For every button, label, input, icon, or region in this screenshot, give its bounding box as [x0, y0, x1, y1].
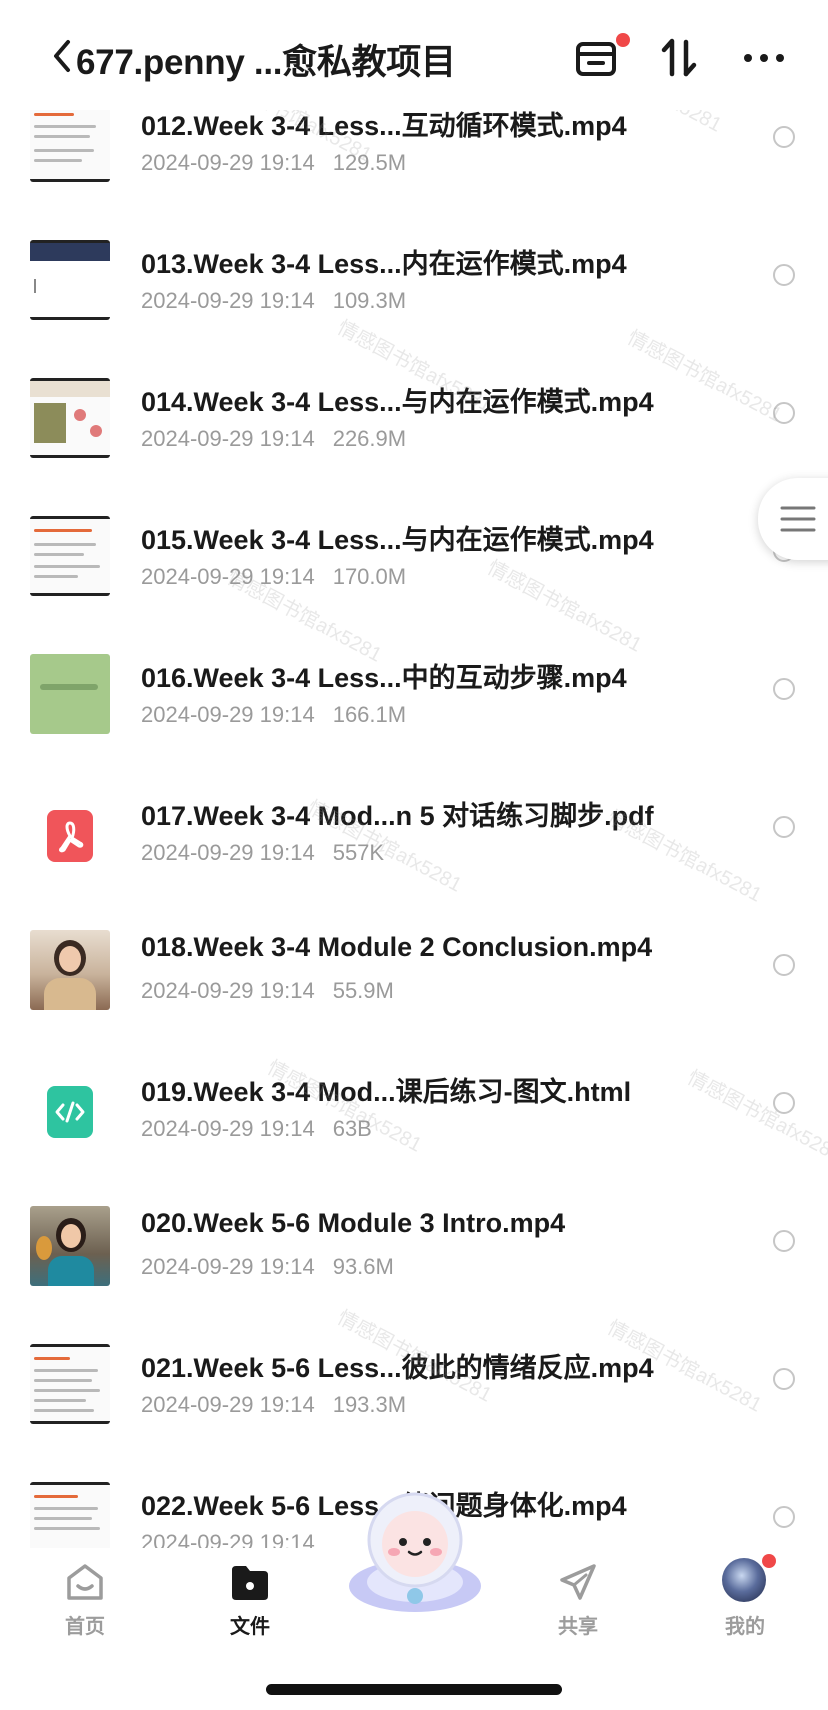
file-name: 017.Week 3-4 Mod...n 5 对话练习脚步.pdf — [141, 801, 654, 831]
file-size: 93.6M — [332, 1254, 394, 1279]
folder-icon — [232, 1566, 268, 1600]
file-row[interactable]: 018.Week 3-4 Module 2 Conclusion.mp4 202… — [0, 928, 828, 1066]
video-thumbnail — [30, 516, 110, 596]
file-meta: 2024-09-29 19:14 55.9M — [141, 978, 394, 1004]
select-radio[interactable] — [773, 954, 795, 976]
file-row[interactable]: 021.Week 5-6 Less...彼此的情绪反应.mp4 2024-09-… — [0, 1342, 828, 1480]
file-size: 55.9M — [332, 978, 394, 1003]
file-row[interactable]: 013.Week 3-4 Less...内在运作模式.mp4 2024-09-2… — [0, 238, 828, 376]
nav-label-share: 共享 — [558, 1616, 598, 1638]
video-thumbnail — [30, 1482, 110, 1550]
notification-dot — [616, 33, 630, 47]
file-meta: 2024-09-29 19:14 557K — [141, 840, 384, 866]
select-radio[interactable] — [773, 1506, 795, 1528]
file-meta: 2024-09-29 19:14 193.3M — [141, 1392, 406, 1418]
select-radio[interactable] — [773, 402, 795, 424]
file-size: 166.1M — [332, 702, 407, 727]
select-radio[interactable] — [773, 1092, 795, 1114]
nav-share[interactable]: 共享 — [523, 1548, 633, 1658]
video-thumbnail — [30, 654, 110, 734]
file-date: 2024-09-29 19:14 — [141, 1530, 315, 1550]
select-radio[interactable] — [773, 816, 795, 838]
side-menu-tab[interactable] — [758, 478, 828, 560]
video-thumbnail — [30, 378, 110, 458]
file-list: 012.Week 3-4 Less...互动循环模式.mp4 2024-09-2… — [0, 100, 828, 1550]
file-meta: 2024-09-29 19:14 109.3M — [141, 288, 406, 314]
file-date: 2024-09-29 19:14 — [141, 1116, 315, 1141]
inbox-tray-icon[interactable] — [574, 36, 618, 80]
file-date: 2024-09-29 19:14 — [141, 840, 315, 865]
file-date: 2024-09-29 19:14 — [141, 150, 315, 175]
nav-mine[interactable]: 我的 — [690, 1548, 800, 1658]
nav-files[interactable]: 文件 — [195, 1548, 305, 1658]
nav-label-files: 文件 — [230, 1616, 270, 1638]
select-radio[interactable] — [773, 264, 795, 286]
select-radio[interactable] — [773, 1368, 795, 1390]
file-date: 2024-09-29 19:14 — [141, 978, 315, 1003]
avatar — [722, 1558, 766, 1602]
more-dots-icon[interactable] — [742, 52, 786, 64]
menu-lines-icon — [780, 506, 816, 532]
file-name: 018.Week 3-4 Module 2 Conclusion.mp4 — [141, 932, 653, 962]
video-thumbnail — [30, 1344, 110, 1424]
html-file-icon — [47, 1086, 93, 1138]
file-date: 2024-09-29 19:14 — [141, 564, 315, 589]
nav-label-home: 首页 — [65, 1616, 105, 1638]
file-name: 013.Week 3-4 Less...内在运作模式.mp4 — [141, 249, 627, 279]
file-date: 2024-09-29 19:14 — [141, 288, 315, 313]
file-name: 016.Week 3-4 Less...中的互动步骤.mp4 — [141, 663, 627, 693]
file-date: 2024-09-29 19:14 — [141, 1254, 315, 1279]
file-row[interactable]: 020.Week 5-6 Module 3 Intro.mp4 2024-09-… — [0, 1204, 828, 1342]
paper-plane-icon — [560, 1564, 596, 1600]
mascot-astronaut-icon[interactable] — [344, 1486, 486, 1618]
notification-dot — [762, 1554, 776, 1568]
chevron-left-icon[interactable] — [48, 36, 78, 76]
sort-arrows-icon[interactable] — [660, 36, 698, 80]
file-row[interactable]: 019.Week 3-4 Mod...课后练习-图文.html 2024-09-… — [0, 1066, 828, 1204]
file-size: 63B — [332, 1116, 372, 1141]
file-meta: 2024-09-29 19:14 93.6M — [141, 1254, 394, 1280]
file-size: 170.0M — [332, 564, 407, 589]
page-title: 677.penny ...愈私教项目 — [76, 43, 456, 82]
file-row[interactable]: 017.Week 3-4 Mod...n 5 对话练习脚步.pdf 2024-0… — [0, 790, 828, 928]
file-row[interactable]: 015.Week 3-4 Less...与内在运作模式.mp4 2024-09-… — [0, 514, 828, 652]
nav-label-mine: 我的 — [725, 1616, 765, 1638]
home-face-icon — [67, 1564, 103, 1600]
video-thumbnail — [30, 240, 110, 320]
select-radio[interactable] — [773, 126, 795, 148]
pdf-file-icon — [47, 810, 93, 862]
select-radio[interactable] — [773, 678, 795, 700]
file-meta: 2024-09-29 19:14 170.0M — [141, 564, 406, 590]
file-name: 014.Week 3-4 Less...与内在运作模式.mp4 — [141, 387, 654, 417]
top-bar: 677.penny ...愈私教项目 — [0, 0, 828, 110]
video-thumbnail — [30, 930, 110, 1010]
home-indicator[interactable] — [266, 1684, 562, 1695]
video-thumbnail — [30, 102, 110, 182]
file-meta: 2024-09-29 19:14 — [141, 1530, 333, 1550]
select-radio[interactable] — [773, 1230, 795, 1252]
file-meta: 2024-09-29 19:14 63B — [141, 1116, 372, 1142]
file-size: 193.3M — [332, 1392, 407, 1417]
file-name: 020.Week 5-6 Module 3 Intro.mp4 — [141, 1208, 566, 1238]
file-date: 2024-09-29 19:14 — [141, 702, 315, 727]
video-thumbnail — [30, 1206, 110, 1286]
file-meta: 2024-09-29 19:14 226.9M — [141, 426, 406, 452]
file-date: 2024-09-29 19:14 — [141, 426, 315, 451]
file-date: 2024-09-29 19:14 — [141, 1392, 315, 1417]
nav-home[interactable]: 首页 — [30, 1548, 140, 1658]
file-row[interactable]: 016.Week 3-4 Less...中的互动步骤.mp4 2024-09-2… — [0, 652, 828, 790]
file-row[interactable]: 014.Week 3-4 Less...与内在运作模式.mp4 2024-09-… — [0, 376, 828, 514]
file-size: 557K — [332, 840, 385, 865]
file-row[interactable]: 012.Week 3-4 Less...互动循环模式.mp4 2024-09-2… — [0, 100, 828, 238]
file-size: 129.5M — [332, 150, 407, 175]
file-size: 109.3M — [332, 288, 407, 313]
file-name: 021.Week 5-6 Less...彼此的情绪反应.mp4 — [141, 1353, 654, 1383]
file-size: 226.9M — [332, 426, 407, 451]
file-meta: 2024-09-29 19:14 166.1M — [141, 702, 406, 728]
file-meta: 2024-09-29 19:14 129.5M — [141, 150, 406, 176]
file-name: 015.Week 3-4 Less...与内在运作模式.mp4 — [141, 525, 654, 555]
file-name: 019.Week 3-4 Mod...课后练习-图文.html — [141, 1077, 632, 1107]
